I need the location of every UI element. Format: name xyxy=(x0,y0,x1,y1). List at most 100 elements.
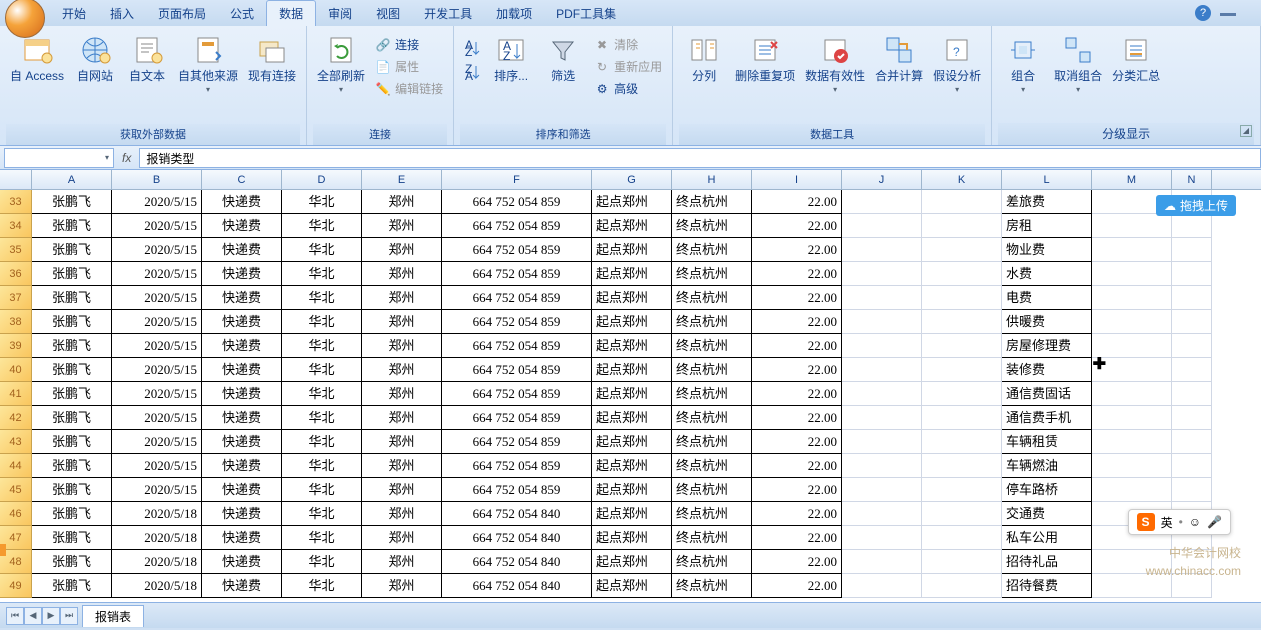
col-header[interactable]: D xyxy=(282,170,362,189)
col-header[interactable]: L xyxy=(1002,170,1092,189)
cell[interactable]: 22.00 xyxy=(752,286,842,310)
cell[interactable]: 张鹏飞 xyxy=(32,550,112,574)
tab-pdf[interactable]: PDF工具集 xyxy=(544,1,628,26)
cell[interactable]: 22.00 xyxy=(752,358,842,382)
cell[interactable]: 起点郑州 xyxy=(592,190,672,214)
cell[interactable]: 终点杭州 xyxy=(672,526,752,550)
cell[interactable] xyxy=(842,286,922,310)
sheet-nav-prev[interactable]: ◀ xyxy=(24,607,42,625)
cell[interactable]: 华北 xyxy=(282,430,362,454)
cell[interactable] xyxy=(922,358,1002,382)
cell[interactable] xyxy=(842,502,922,526)
cell[interactable]: 华北 xyxy=(282,262,362,286)
cell[interactable]: 快递费 xyxy=(202,550,282,574)
cell[interactable]: 2020/5/18 xyxy=(112,502,202,526)
cell[interactable]: 起点郑州 xyxy=(592,358,672,382)
row-header[interactable]: 35 xyxy=(0,238,32,262)
cell[interactable]: 张鹏飞 xyxy=(32,262,112,286)
cell[interactable]: 终点杭州 xyxy=(672,574,752,598)
cell[interactable]: 华北 xyxy=(282,190,362,214)
col-header[interactable]: I xyxy=(752,170,842,189)
row-header[interactable]: 33 xyxy=(0,190,32,214)
cell[interactable]: 起点郑州 xyxy=(592,574,672,598)
cell[interactable]: 2020/5/15 xyxy=(112,238,202,262)
cell[interactable]: 2020/5/15 xyxy=(112,190,202,214)
cell[interactable]: 664 752 054 840 xyxy=(442,526,592,550)
row-header[interactable]: 37 xyxy=(0,286,32,310)
cell[interactable] xyxy=(1092,454,1172,478)
cell[interactable]: 664 752 054 859 xyxy=(442,334,592,358)
cell[interactable]: 张鹏飞 xyxy=(32,334,112,358)
cell[interactable]: 车辆租赁 xyxy=(1002,430,1092,454)
cell[interactable]: 张鹏飞 xyxy=(32,286,112,310)
cell[interactable]: 664 752 054 859 xyxy=(442,478,592,502)
cell[interactable]: 华北 xyxy=(282,550,362,574)
cell[interactable]: 快递费 xyxy=(202,382,282,406)
cell[interactable] xyxy=(1172,214,1212,238)
cell[interactable] xyxy=(842,550,922,574)
cell[interactable] xyxy=(842,334,922,358)
cell[interactable] xyxy=(842,262,922,286)
cell[interactable]: 2020/5/15 xyxy=(112,262,202,286)
cell[interactable]: 招待餐费 xyxy=(1002,574,1092,598)
cell[interactable]: 快递费 xyxy=(202,214,282,238)
cell[interactable]: 房租 xyxy=(1002,214,1092,238)
edit-links-button[interactable]: ✏️编辑链接 xyxy=(371,78,447,99)
cell[interactable]: 664 752 054 859 xyxy=(442,262,592,286)
cell[interactable]: 快递费 xyxy=(202,406,282,430)
cell[interactable]: 郑州 xyxy=(362,190,442,214)
cell[interactable]: 起点郑州 xyxy=(592,262,672,286)
cell[interactable]: 装修费 xyxy=(1002,358,1092,382)
cell[interactable]: 终点杭州 xyxy=(672,214,752,238)
cell[interactable]: 华北 xyxy=(282,310,362,334)
cell[interactable]: 张鹏飞 xyxy=(32,238,112,262)
row-header[interactable]: 38 xyxy=(0,310,32,334)
properties-button[interactable]: 📄属性 xyxy=(371,56,447,77)
group-button[interactable]: 组合▾ xyxy=(998,32,1048,117)
row-header[interactable]: 44 xyxy=(0,454,32,478)
col-header[interactable]: M xyxy=(1092,170,1172,189)
cell[interactable]: 664 752 054 859 xyxy=(442,430,592,454)
cell[interactable]: 664 752 054 859 xyxy=(442,382,592,406)
cell[interactable]: 起点郑州 xyxy=(592,406,672,430)
cell[interactable]: 起点郑州 xyxy=(592,502,672,526)
cell[interactable]: 2020/5/15 xyxy=(112,310,202,334)
cell[interactable]: 车辆燃油 xyxy=(1002,454,1092,478)
cell[interactable]: 郑州 xyxy=(362,574,442,598)
cell[interactable]: 水费 xyxy=(1002,262,1092,286)
cell[interactable]: 664 752 054 859 xyxy=(442,310,592,334)
cell[interactable]: 快递费 xyxy=(202,574,282,598)
cell[interactable]: 2020/5/15 xyxy=(112,454,202,478)
cell[interactable]: 664 752 054 859 xyxy=(442,286,592,310)
cell[interactable]: 郑州 xyxy=(362,310,442,334)
refresh-all-button[interactable]: 全部刷新▾ xyxy=(313,32,369,117)
spreadsheet-grid[interactable]: ABCDEFGHIJKLMN 33张鹏飞2020/5/15快递费华北郑州664 … xyxy=(0,170,1261,602)
row-header[interactable]: 43 xyxy=(0,430,32,454)
cell[interactable]: 起点郑州 xyxy=(592,526,672,550)
cell[interactable]: 快递费 xyxy=(202,358,282,382)
cell[interactable]: 张鹏飞 xyxy=(32,190,112,214)
cell[interactable]: 终点杭州 xyxy=(672,334,752,358)
dialog-launcher-icon[interactable]: ◢ xyxy=(1240,125,1252,137)
cell[interactable]: 终点杭州 xyxy=(672,502,752,526)
cell[interactable]: 郑州 xyxy=(362,430,442,454)
tab-data[interactable]: 数据 xyxy=(266,0,316,26)
cell[interactable]: 快递费 xyxy=(202,526,282,550)
cell[interactable] xyxy=(1172,430,1212,454)
cell[interactable] xyxy=(842,574,922,598)
cell[interactable] xyxy=(842,310,922,334)
cell[interactable] xyxy=(1172,310,1212,334)
col-header[interactable]: N xyxy=(1172,170,1212,189)
cell[interactable] xyxy=(1092,478,1172,502)
cell[interactable]: 22.00 xyxy=(752,262,842,286)
cell[interactable]: 快递费 xyxy=(202,286,282,310)
tab-insert[interactable]: 插入 xyxy=(98,1,146,26)
cell[interactable]: 22.00 xyxy=(752,574,842,598)
cell[interactable] xyxy=(922,502,1002,526)
reapply-button[interactable]: ↻重新应用 xyxy=(590,56,666,77)
cell[interactable]: 终点杭州 xyxy=(672,430,752,454)
cell[interactable]: 2020/5/15 xyxy=(112,334,202,358)
tab-review[interactable]: 审阅 xyxy=(316,1,364,26)
cell[interactable] xyxy=(1172,238,1212,262)
cell[interactable]: 2020/5/18 xyxy=(112,550,202,574)
